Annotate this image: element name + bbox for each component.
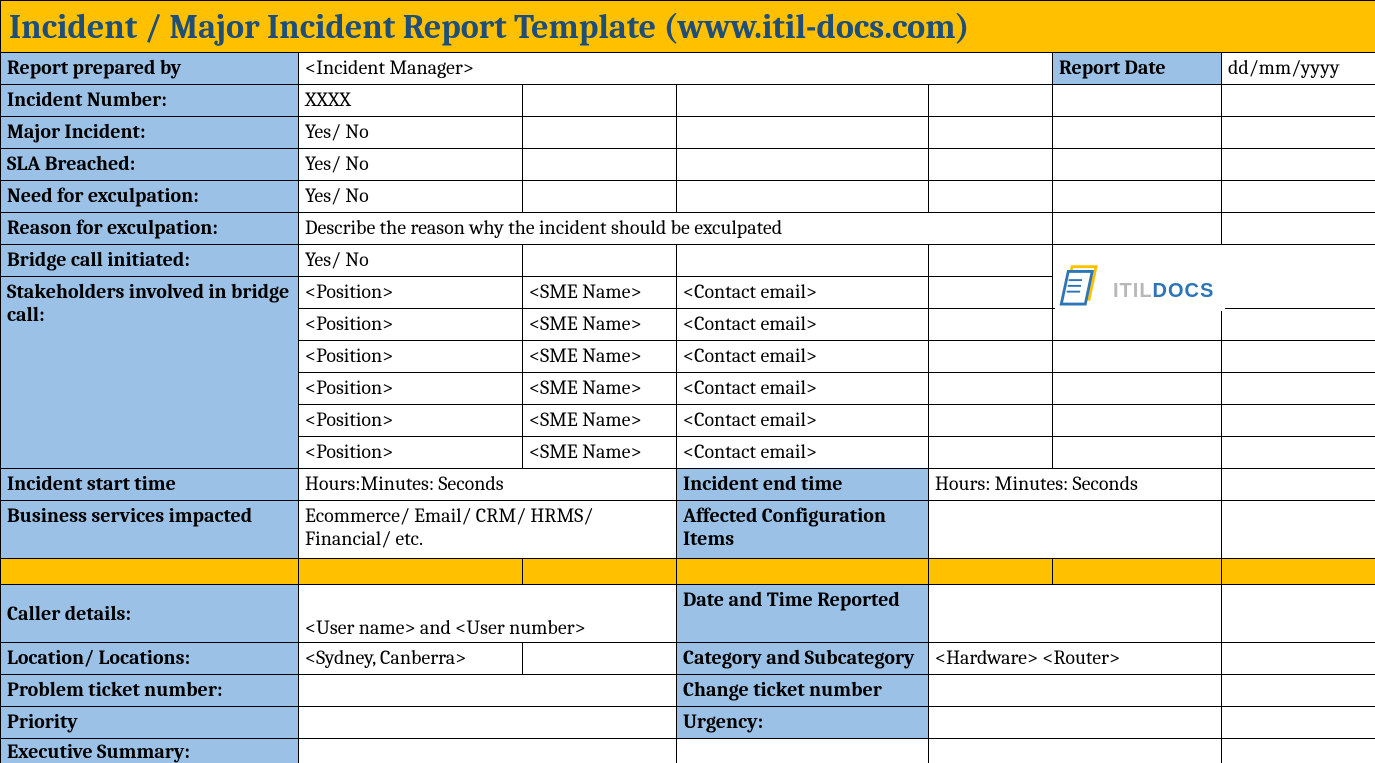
stakeholder-contact: <Contact email> bbox=[677, 373, 929, 405]
row-business-services: Business services impacted Ecommerce/ Em… bbox=[1, 501, 1375, 559]
stakeholder-position: <Position> bbox=[299, 341, 523, 373]
label-report-prepared-by: Report prepared by bbox=[1, 53, 299, 85]
value-caller-details: <User name> and <User number> bbox=[299, 585, 677, 643]
value-sla-breached: Yes/ No bbox=[299, 149, 523, 181]
row-major-incident: Major Incident: Yes/ No bbox=[1, 117, 1375, 149]
stakeholder-sme: <SME Name> bbox=[523, 405, 677, 437]
label-problem-ticket: Problem ticket number: bbox=[1, 675, 299, 707]
itil-docs-logo: ITILDOCS bbox=[1055, 249, 1225, 311]
value-reason-exculpation: Describe the reason why the incident sho… bbox=[299, 213, 1053, 245]
row-problem-ticket: Problem ticket number: Change ticket num… bbox=[1, 675, 1375, 707]
stakeholder-sme: <SME Name> bbox=[523, 373, 677, 405]
row-bridge-call: Bridge call initiated: Yes/ No ITILDOCS bbox=[1, 245, 1375, 277]
page-title: Incident / Major Incident Report Templat… bbox=[1, 1, 1375, 53]
label-priority: Priority bbox=[1, 707, 299, 739]
stakeholder-sme: <SME Name> bbox=[523, 437, 677, 469]
stakeholder-contact: <Contact email> bbox=[677, 309, 929, 341]
label-major-incident: Major Incident: bbox=[1, 117, 299, 149]
value-major-incident: Yes/ No bbox=[299, 117, 523, 149]
label-need-exculpation: Need for exculpation: bbox=[1, 181, 299, 213]
row-location: Location/ Locations: <Sydney, Canberra> … bbox=[1, 643, 1375, 675]
stakeholder-contact: <Contact email> bbox=[677, 405, 929, 437]
stakeholder-position: <Position> bbox=[299, 405, 523, 437]
label-category: Category and Subcategory bbox=[677, 643, 929, 675]
row-priority: Priority Urgency: bbox=[1, 707, 1375, 739]
value-location: <Sydney, Canberra> bbox=[299, 643, 523, 675]
label-report-date: Report Date bbox=[1053, 53, 1222, 85]
label-incident-start: Incident start time bbox=[1, 469, 299, 501]
document-icon bbox=[1059, 259, 1107, 307]
label-date-time-reported: Date and Time Reported bbox=[677, 585, 929, 643]
stakeholder-contact: <Contact email> bbox=[677, 341, 929, 373]
label-incident-number: Incident Number: bbox=[1, 85, 299, 117]
separator-row bbox=[1, 559, 1375, 585]
label-bridge-call: Bridge call initiated: bbox=[1, 245, 299, 277]
row-incident-number: Incident Number: XXXX bbox=[1, 85, 1375, 117]
stakeholder-contact: <Contact email> bbox=[677, 277, 929, 309]
value-category: <Hardware> <Router> bbox=[929, 643, 1222, 675]
value-incident-number: XXXX bbox=[299, 85, 523, 117]
logo-cell: ITILDOCS bbox=[1053, 245, 1375, 309]
value-incident-start: Hours:Minutes: Seconds bbox=[299, 469, 677, 501]
value-need-exculpation: Yes/ No bbox=[299, 181, 523, 213]
row-caller-details: Caller details: <User name> and <User nu… bbox=[1, 585, 1375, 643]
label-incident-end: Incident end time bbox=[677, 469, 929, 501]
label-executive-summary: Executive Summary: bbox=[1, 739, 299, 763]
row-reason-exculpation: Reason for exculpation: Describe the rea… bbox=[1, 213, 1375, 245]
incident-report-template: Incident / Major Incident Report Templat… bbox=[0, 0, 1375, 763]
label-location: Location/ Locations: bbox=[1, 643, 299, 675]
stakeholder-sme: <SME Name> bbox=[523, 341, 677, 373]
value-incident-end: Hours: Minutes: Seconds bbox=[929, 469, 1222, 501]
stakeholder-sme: <SME Name> bbox=[523, 277, 677, 309]
label-business-services: Business services impacted bbox=[1, 501, 299, 559]
logo-text: ITILDOCS bbox=[1113, 281, 1214, 307]
label-stakeholders: Stakeholders involved in bridge call: bbox=[1, 277, 299, 469]
label-sla-breached: SLA Breached: bbox=[1, 149, 299, 181]
row-need-exculpation: Need for exculpation: Yes/ No bbox=[1, 181, 1375, 213]
stakeholder-contact: <Contact email> bbox=[677, 437, 929, 469]
stakeholder-position: <Position> bbox=[299, 309, 523, 341]
row-report-prepared: Report prepared by <Incident Manager> Re… bbox=[1, 53, 1375, 85]
stakeholder-position: <Position> bbox=[299, 277, 523, 309]
label-reason-exculpation: Reason for exculpation: bbox=[1, 213, 299, 245]
stakeholder-position: <Position> bbox=[299, 437, 523, 469]
label-affected-ci: Affected Configuration Items bbox=[677, 501, 929, 559]
row-sla-breached: SLA Breached: Yes/ No bbox=[1, 149, 1375, 181]
title-row: Incident / Major Incident Report Templat… bbox=[1, 1, 1375, 53]
row-executive-summary-partial: Executive Summary: bbox=[1, 739, 1375, 763]
label-urgency: Urgency: bbox=[677, 707, 929, 739]
stakeholder-position: <Position> bbox=[299, 373, 523, 405]
value-report-date: dd/mm/yyyy bbox=[1222, 53, 1375, 85]
label-caller-details: Caller details: bbox=[1, 585, 299, 643]
value-business-services: Ecommerce/ Email/ CRM/ HRMS/ Financial/ … bbox=[299, 501, 677, 559]
row-incident-times: Incident start time Hours:Minutes: Secon… bbox=[1, 469, 1375, 501]
value-bridge-call: Yes/ No bbox=[299, 245, 523, 277]
value-report-prepared-by: <Incident Manager> bbox=[299, 53, 1053, 85]
label-change-ticket: Change ticket number bbox=[677, 675, 929, 707]
stakeholder-sme: <SME Name> bbox=[523, 309, 677, 341]
